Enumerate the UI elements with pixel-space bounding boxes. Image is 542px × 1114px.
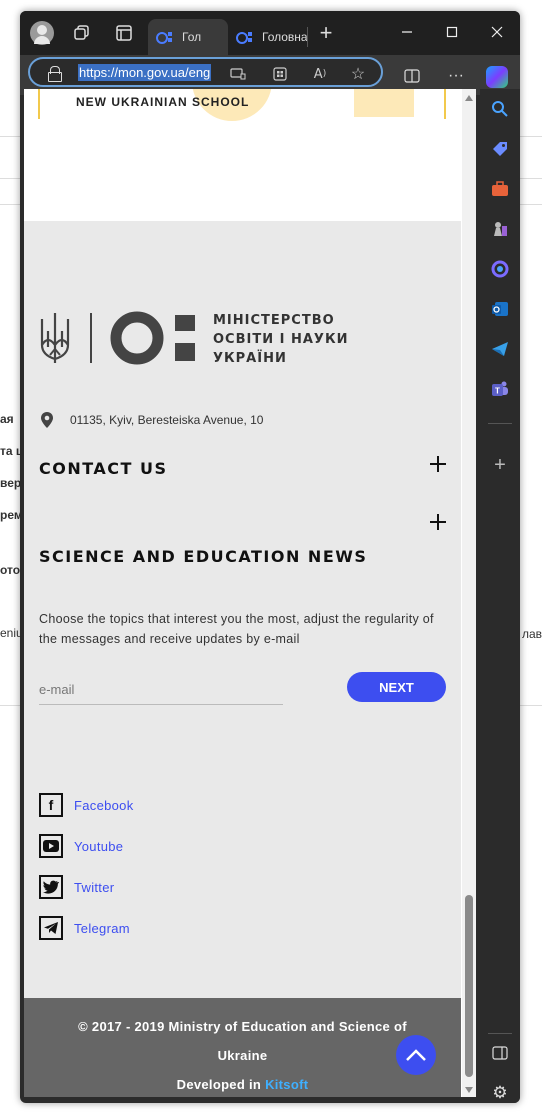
developed-prefix: Developed in bbox=[176, 1077, 262, 1092]
tab-inactive[interactable]: Головна bbox=[228, 19, 308, 55]
profile-avatar[interactable] bbox=[30, 21, 54, 45]
app-available-icon[interactable] bbox=[228, 65, 248, 83]
svg-text:T: T bbox=[495, 387, 500, 396]
mon-logo-icon bbox=[110, 311, 195, 365]
trident-icon bbox=[40, 313, 70, 363]
ministry-name-line: ОСВІТИ І НАУКИ bbox=[213, 332, 349, 347]
scroll-up-arrow-icon[interactable] bbox=[465, 95, 473, 101]
teams-icon[interactable]: T bbox=[488, 377, 512, 401]
add-sidebar-app-icon[interactable]: + bbox=[488, 453, 512, 477]
copilot-icon[interactable] bbox=[486, 66, 508, 88]
ministry-logo[interactable]: МІНІСТЕРСТВО ОСВІТИ І НАУКИ УКРАЇНИ bbox=[38, 311, 368, 371]
social-link-telegram[interactable]: Telegram bbox=[39, 916, 130, 940]
tab-separator bbox=[307, 27, 308, 47]
developed-by: Developed in Kitsoft bbox=[24, 1070, 461, 1097]
web-content: NEW UKRAINIAN SCHOOL МІНІСТЕРСТВО ОСВІТИ… bbox=[24, 89, 476, 1097]
copyright-footer: © 2017 - 2019 Ministry of Education and … bbox=[24, 998, 461, 1097]
chevron-up-icon bbox=[406, 1049, 426, 1061]
hide-sidebar-icon[interactable] bbox=[488, 1041, 512, 1065]
scrollbar[interactable] bbox=[462, 89, 476, 1097]
social-link-twitter[interactable]: Twitter bbox=[39, 875, 114, 899]
browser-window: Гол Головна + https://mon.gov.ua/eng A)… bbox=[20, 11, 520, 1103]
more-menu-icon[interactable]: ··· bbox=[444, 65, 468, 87]
scroll-to-top-button[interactable] bbox=[396, 1035, 436, 1075]
send-icon[interactable] bbox=[488, 337, 512, 361]
news-expand-icon[interactable] bbox=[428, 512, 448, 532]
tools-briefcase-icon[interactable] bbox=[488, 177, 512, 201]
ministry-name: МІНІСТЕРСТВО ОСВІТИ І НАУКИ УКРАЇНИ bbox=[213, 311, 348, 368]
browser-sidebar: T + ⚙ bbox=[480, 89, 520, 1103]
hero-title: NEW UKRAINIAN SCHOOL bbox=[76, 95, 250, 109]
background-text: лав bbox=[522, 627, 542, 641]
scroll-down-arrow-icon[interactable] bbox=[465, 1087, 473, 1093]
social-link-label[interactable]: Twitter bbox=[74, 880, 114, 895]
tab-actions-icon[interactable] bbox=[112, 21, 136, 45]
hero-border bbox=[444, 89, 446, 119]
url-text[interactable]: https://mon.gov.ua/eng bbox=[78, 64, 212, 81]
copilot-sidebar-icon[interactable] bbox=[488, 257, 512, 281]
background-text: вер bbox=[0, 476, 22, 490]
read-aloud-icon[interactable]: A) bbox=[310, 65, 330, 83]
background-text: ото bbox=[0, 563, 21, 577]
next-button[interactable]: NEXT bbox=[347, 672, 446, 702]
address: 01135, Kyiv, Beresteiska Avenue, 10 bbox=[40, 411, 263, 429]
minimize-icon[interactable] bbox=[385, 17, 429, 47]
news-description: Choose the topics that interest you the … bbox=[39, 612, 434, 646]
background-text: ая bbox=[0, 412, 14, 426]
telegram-icon bbox=[39, 916, 63, 940]
address-text: 01135, Kyiv, Beresteiska Avenue, 10 bbox=[70, 413, 264, 427]
sidebar-divider bbox=[488, 1033, 512, 1034]
site-footer: МІНІСТЕРСТВО ОСВІТИ І НАУКИ УКРАЇНИ 0113… bbox=[24, 221, 461, 998]
youtube-icon bbox=[39, 834, 63, 858]
favorite-star-icon[interactable]: ☆ bbox=[348, 65, 368, 83]
ministry-name-line: УКРАЇНИ bbox=[213, 351, 287, 366]
sidebar-divider bbox=[488, 423, 512, 424]
new-tab-icon[interactable]: + bbox=[314, 20, 338, 45]
tab-active[interactable]: Гол bbox=[148, 19, 228, 55]
workspaces-icon[interactable] bbox=[70, 21, 94, 45]
site-favicon-icon bbox=[236, 31, 254, 44]
social-link-youtube[interactable]: Youtube bbox=[39, 834, 123, 858]
contact-us-title[interactable]: CONTACT US bbox=[39, 459, 168, 478]
contact-expand-icon[interactable] bbox=[428, 454, 448, 474]
site-favicon-icon bbox=[156, 31, 174, 44]
shopping-tag-icon[interactable] bbox=[488, 137, 512, 161]
split-screen-icon[interactable] bbox=[400, 65, 424, 87]
hero-decoration bbox=[354, 89, 414, 117]
hero-border bbox=[38, 89, 40, 119]
email-field[interactable] bbox=[39, 675, 283, 705]
hero-banner: NEW UKRAINIAN SCHOOL bbox=[24, 89, 461, 221]
url-field[interactable]: https://mon.gov.ua/eng A) ☆ bbox=[28, 57, 383, 87]
facebook-icon: f bbox=[39, 793, 63, 817]
twitter-icon bbox=[39, 875, 63, 899]
maximize-icon[interactable] bbox=[430, 17, 474, 47]
news-title: SCIENCE AND EDUCATION NEWS bbox=[39, 547, 368, 566]
social-link-facebook[interactable]: f Facebook bbox=[39, 793, 134, 817]
games-chess-icon[interactable] bbox=[488, 217, 512, 241]
settings-gear-icon[interactable]: ⚙ bbox=[488, 1081, 512, 1103]
outlook-icon[interactable] bbox=[488, 297, 512, 321]
social-link-label[interactable]: Youtube bbox=[74, 839, 123, 854]
developer-link[interactable]: Kitsoft bbox=[265, 1077, 308, 1092]
lock-icon[interactable] bbox=[48, 66, 62, 82]
search-icon[interactable] bbox=[488, 97, 512, 121]
close-icon[interactable] bbox=[475, 17, 519, 47]
ministry-name-line: МІНІСТЕРСТВО bbox=[213, 313, 335, 328]
social-link-label[interactable]: Telegram bbox=[74, 921, 130, 936]
location-pin-icon bbox=[41, 412, 53, 428]
tab-title: Головна bbox=[262, 30, 308, 44]
extensions-grid-icon[interactable] bbox=[270, 65, 290, 83]
title-bar: Гол Головна + bbox=[20, 11, 520, 55]
tab-title: Гол bbox=[182, 30, 202, 44]
social-link-label[interactable]: Facebook bbox=[74, 798, 134, 813]
copyright-text: © 2017 - 2019 Ministry of Education and … bbox=[78, 1019, 407, 1034]
logo-divider bbox=[90, 313, 92, 363]
scrollbar-thumb[interactable] bbox=[465, 895, 473, 1077]
